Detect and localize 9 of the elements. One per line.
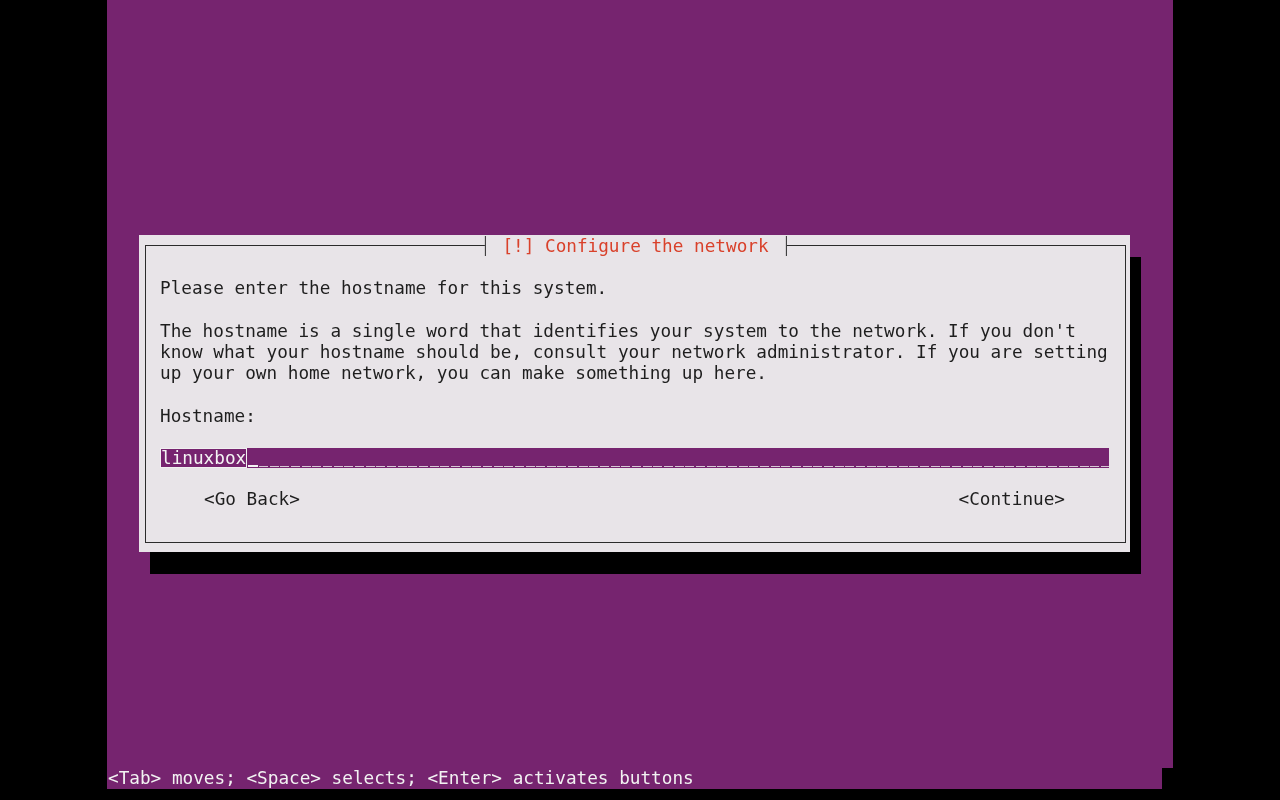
dialog-text: Please enter the hostname for this system. <box>160 278 609 300</box>
help-text: <Tab> moves; <Space> selects; <Enter> activates buttons <box>107 768 694 788</box>
hostname-field[interactable]: linuxbox <box>160 448 1109 468</box>
dialog-title: [!] Configure the network <box>484 236 787 256</box>
text-cursor <box>248 465 259 467</box>
continue-button[interactable]: <Continue> <box>958 489 1065 511</box>
dialog-text: The hostname is a single word that identifies your system to the network. If you don't know what your hostname should be, consult your network administrator. If you are setting up your own home network, you can make something up here. <box>160 320 1109 385</box>
field-label: Hostname: <box>160 405 257 427</box>
back-button[interactable]: <Go Back> <box>204 489 300 511</box>
